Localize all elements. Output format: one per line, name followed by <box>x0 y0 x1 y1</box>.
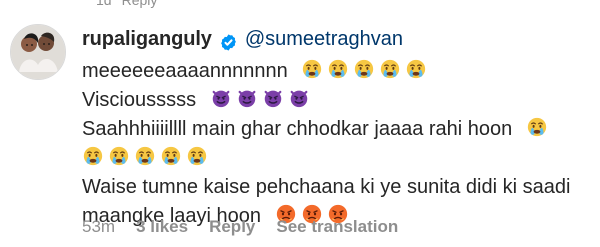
devil-emoji-group <box>210 87 310 109</box>
comment-line-1-text: meeeeeeaaaannnnnnn <box>82 60 288 82</box>
crying-face-emoji <box>160 145 182 167</box>
comment-line-3-text: Saahhhiiiillll main ghar chhodkar jaaaa … <box>82 118 513 140</box>
previous-comment-meta: 1d Reply <box>96 0 157 8</box>
comment-line-3: Saahhhiiiillll main ghar chhodkar jaaaa … <box>82 115 582 144</box>
previous-comment-time: 1d <box>96 0 112 8</box>
verified-badge-icon <box>219 31 238 51</box>
previous-reply-button[interactable]: Reply <box>122 0 158 8</box>
comment-content: rupaliganguly @sumeetraghvan meeeeeeaaaa… <box>82 24 590 244</box>
crying-face-emoji <box>82 145 104 167</box>
comment-header: rupaliganguly @sumeetraghvan <box>82 24 590 54</box>
comment-line-4 <box>82 144 582 173</box>
comment-actions: 53m 3 likes Reply See translation <box>82 216 398 237</box>
crying-face-emoji <box>405 58 427 80</box>
comment-item: rupaliganguly @sumeetraghvan meeeeeeaaaa… <box>10 24 590 244</box>
crying-face-emoji <box>353 58 375 80</box>
comment-time: 53m <box>82 217 116 236</box>
comment-text: meeeeeeaaaannnnnnn Visciousssss Saahhhii… <box>82 57 582 231</box>
comment-line-2-text: Visciousssss <box>82 89 197 111</box>
crying-face-emoji <box>526 116 548 138</box>
comment-line-5-text: Waise tumne kaise pehchaana ki ye sunita… <box>82 176 571 198</box>
profile-photo <box>11 25 65 79</box>
likes-count-button[interactable]: 3 likes <box>136 216 188 237</box>
mention-link[interactable]: @sumeetraghvan <box>245 24 403 54</box>
smiling-devil-emoji <box>288 87 310 109</box>
reply-button[interactable]: Reply <box>209 216 255 237</box>
comment-username[interactable]: rupaliganguly <box>82 24 212 54</box>
crying-emoji-group <box>82 145 208 167</box>
crying-face-emoji <box>134 145 156 167</box>
crying-face-emoji <box>301 58 323 80</box>
smiling-devil-emoji <box>262 87 284 109</box>
crying-emoji-group <box>526 116 548 138</box>
crying-face-emoji <box>379 58 401 80</box>
crying-emoji-group <box>301 58 427 80</box>
see-translation-button[interactable]: See translation <box>276 216 398 237</box>
crying-face-emoji <box>327 58 349 80</box>
comment-line-1: meeeeeeaaaannnnnnn <box>82 57 582 86</box>
crying-face-emoji <box>186 145 208 167</box>
smiling-devil-emoji <box>236 87 258 109</box>
crying-face-emoji <box>108 145 130 167</box>
smiling-devil-emoji <box>210 87 232 109</box>
comment-line-5: Waise tumne kaise pehchaana ki ye sunita… <box>82 173 582 202</box>
comment-line-2: Visciousssss <box>82 86 582 115</box>
avatar[interactable] <box>10 24 66 80</box>
